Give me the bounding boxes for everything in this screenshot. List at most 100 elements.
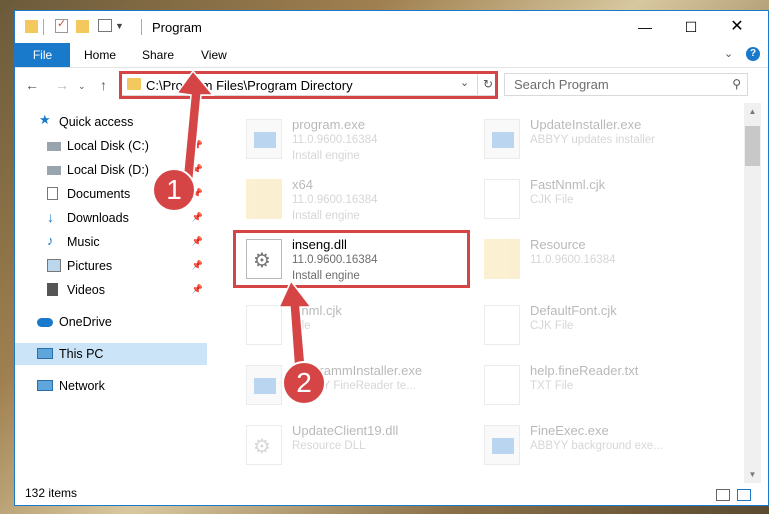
minimize-button[interactable]: — xyxy=(622,11,668,43)
file-name: program.exe xyxy=(292,117,365,132)
ribbon: File Home Share View ⌄ ? xyxy=(15,43,768,68)
list-item[interactable]: help.fineReader.txt TXT File xyxy=(474,359,704,414)
sidebar-item-network[interactable]: Network xyxy=(15,375,207,397)
documents-icon xyxy=(47,187,58,200)
file-version: ABBYY updates installer xyxy=(530,134,656,146)
file-name: x64 xyxy=(292,177,313,192)
list-item[interactable]: FastNnml.cjk CJK File xyxy=(474,173,704,228)
sidebar-item-label: Quick access xyxy=(59,115,134,129)
videos-icon xyxy=(47,283,58,296)
explorer-window: ✓ ▼ Program — ☐ ✕ File Home Share View ⌄… xyxy=(14,10,769,506)
properties-icon[interactable]: ✓ xyxy=(55,18,68,33)
back-icon[interactable]: ← xyxy=(25,77,39,93)
sidebar-item-label: This PC xyxy=(59,347,104,361)
sidebar-item-onedrive[interactable]: OneDrive xyxy=(15,311,207,333)
maximize-button[interactable]: ☐ xyxy=(668,11,714,43)
large-icons-view-icon[interactable] xyxy=(737,489,751,501)
vertical-scrollbar[interactable]: ▲ ▼ xyxy=(744,103,761,483)
tab-view[interactable]: View xyxy=(201,43,227,67)
sidebar-item-label: Local Disk (C:) xyxy=(67,139,149,153)
chevron-down-icon[interactable]: ▼ xyxy=(115,21,124,37)
pin-icon[interactable]: 📌 xyxy=(192,284,203,295)
sidebar-item-label: Network xyxy=(59,379,105,393)
pin-icon[interactable]: 📌 xyxy=(192,260,203,271)
sidebar-item-label: Downloads xyxy=(67,211,129,225)
close-button[interactable]: ✕ xyxy=(714,11,760,43)
new-folder-icon[interactable] xyxy=(76,20,89,33)
quick-access-toolbar-icon[interactable] xyxy=(98,19,112,32)
file-name: FineExec.exe xyxy=(530,423,609,438)
exe-file-icon xyxy=(484,119,520,159)
cloud-icon xyxy=(37,318,53,327)
search-icon: ⚲ xyxy=(732,77,741,91)
drive-icon xyxy=(47,166,61,175)
sidebar-item-label: OneDrive xyxy=(59,315,112,329)
file-name: UpdateClient19.dll xyxy=(292,423,399,438)
file-version: 11.0.9600.16384 xyxy=(292,134,378,146)
file-version: TXT File xyxy=(530,380,574,392)
tab-file[interactable]: File xyxy=(15,43,70,67)
folder-icon xyxy=(484,239,520,279)
list-item[interactable]: UpdateInstaller.exe ABBYY updates instal… xyxy=(474,113,704,168)
list-item[interactable]: DefaultFont.cjk CJK File xyxy=(474,299,704,354)
file-version: ABBYY background exe... xyxy=(530,440,663,452)
list-item[interactable]: ⚙ UpdateClient19.dll Resource DLL xyxy=(236,419,466,474)
file-name: help.fineReader.txt xyxy=(530,363,639,378)
help-icon[interactable]: ? xyxy=(746,47,760,61)
list-item[interactable]: ProgrammInstaller.exe ABBYY FineReader t… xyxy=(236,359,466,414)
list-item[interactable]: x64 11.0.9600.16384 Install engine xyxy=(236,173,466,228)
list-item[interactable]: Resource 11.0.9600.16384 xyxy=(474,233,704,288)
file-name: Resource xyxy=(530,237,586,252)
tab-home[interactable]: Home xyxy=(84,43,116,67)
up-icon[interactable]: ↑ xyxy=(100,77,107,93)
network-icon xyxy=(37,380,53,391)
tab-share[interactable]: Share xyxy=(142,43,174,67)
list-item[interactable]: program.exe 11.0.9600.16384 Install engi… xyxy=(236,113,466,168)
list-item[interactable]: FineExec.exe ABBYY background exe... xyxy=(474,419,704,474)
file-type: Install engine xyxy=(292,210,360,222)
details-view-icon[interactable] xyxy=(716,489,730,501)
file-name: FastNnml.cjk xyxy=(530,177,606,192)
scroll-thumb[interactable] xyxy=(745,126,760,166)
address-row: ← → ⌄ ↑ C:\Program Files\Program Directo… xyxy=(15,68,768,102)
list-item[interactable]: Nnml.cjk File xyxy=(236,299,466,354)
pin-icon[interactable]: 📌 xyxy=(192,212,203,223)
file-type: Install engine xyxy=(292,150,360,162)
pin-icon[interactable]: 📌 xyxy=(192,236,203,247)
file-icon xyxy=(484,305,520,345)
scroll-up-icon[interactable]: ▲ xyxy=(744,107,761,116)
folder-icon xyxy=(25,20,38,33)
sidebar-item-label: Music xyxy=(67,235,100,249)
file-name: DefaultFont.cjk xyxy=(530,303,617,318)
exe-file-icon xyxy=(484,425,520,465)
search-input[interactable]: Search Program ⚲ xyxy=(504,73,748,96)
search-placeholder: Search Program xyxy=(514,77,609,92)
forward-icon[interactable]: → xyxy=(55,77,69,93)
music-icon: ♪ xyxy=(47,233,54,248)
recent-locations-icon[interactable]: ⌄ xyxy=(78,81,86,92)
divider xyxy=(141,19,142,35)
file-icon xyxy=(484,179,520,219)
scroll-down-icon[interactable]: ▼ xyxy=(744,470,761,479)
sidebar-item-label: Local Disk (D:) xyxy=(67,163,149,177)
file-icon xyxy=(484,365,520,405)
step-2-badge: 2 xyxy=(282,361,326,405)
sidebar-item-label: Documents xyxy=(67,187,131,201)
divider xyxy=(43,19,44,35)
title-bar: ✓ ▼ Program — ☐ ✕ xyxy=(15,11,768,43)
sidebar-item-label: Videos xyxy=(67,283,105,297)
expand-ribbon-icon[interactable]: ⌄ xyxy=(724,47,733,60)
drive-icon xyxy=(47,142,61,151)
dll-gear-icon: ⚙ xyxy=(246,425,282,465)
sidebar-item-music[interactable]: ♪ Music 📌 xyxy=(15,231,207,253)
computer-icon xyxy=(37,348,53,359)
pictures-icon xyxy=(47,259,61,272)
sidebar-item-pictures[interactable]: Pictures 📌 xyxy=(15,255,207,277)
item-count: 132 items xyxy=(25,486,78,500)
file-version: 11.0.9600.16384 xyxy=(530,254,616,266)
sidebar-item-videos[interactable]: Videos 📌 xyxy=(15,279,207,301)
file-version: CJK File xyxy=(530,320,574,332)
sidebar-item-this-pc[interactable]: This PC xyxy=(15,343,207,365)
sidebar-item-label: Pictures xyxy=(67,259,113,273)
window-title: Program xyxy=(152,20,202,35)
